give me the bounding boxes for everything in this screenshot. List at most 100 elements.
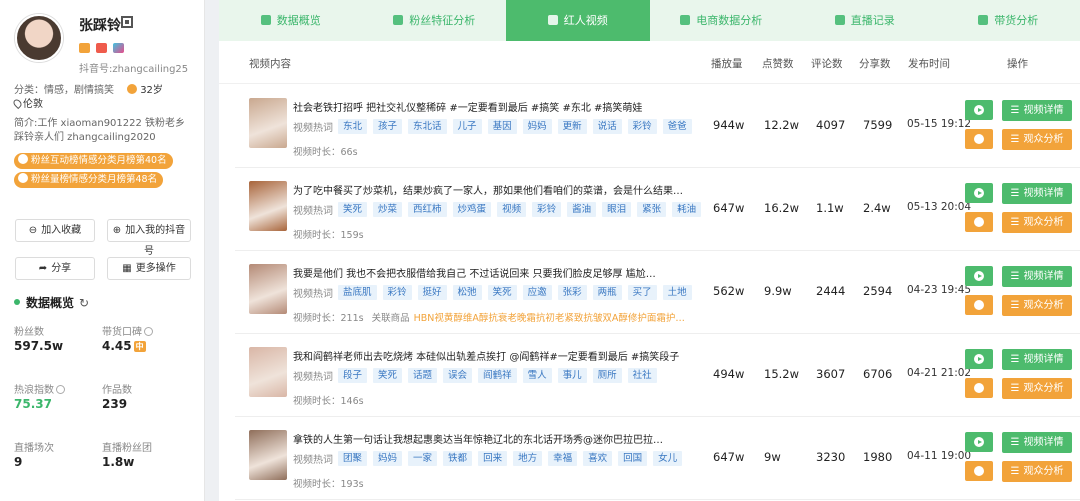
- hot-word-tag[interactable]: 酱油: [567, 202, 597, 217]
- audience-analysis-button[interactable]: ☰ 观众分析: [1002, 378, 1072, 399]
- video-thumbnail[interactable]: [249, 98, 287, 148]
- hot-word-tag[interactable]: 儿子: [452, 119, 482, 134]
- hot-word-tag[interactable]: 东北话: [408, 119, 447, 134]
- favorite-button[interactable]: [965, 461, 993, 481]
- favorite-button[interactable]: [965, 295, 993, 315]
- hot-word-tag[interactable]: 厕所: [592, 368, 622, 383]
- video-title[interactable]: 我要是他们 我也不会把衣服借给我自己 不过话说回来 只要我们脸皮足够厚 尴尬…: [293, 265, 656, 280]
- hot-word-tag[interactable]: 松弛: [452, 285, 482, 300]
- hot-word-tag[interactable]: 团聚: [338, 451, 368, 466]
- hot-word-tag[interactable]: 基因: [487, 119, 517, 134]
- col-shares[interactable]: 分享数: [859, 56, 891, 71]
- audience-analysis-button[interactable]: ☰ 观众分析: [1002, 212, 1072, 233]
- hot-word-tag[interactable]: 张彩: [557, 285, 587, 300]
- tab-overview[interactable]: 数据概览: [219, 0, 363, 41]
- favorite-button[interactable]: [965, 378, 993, 398]
- info-icon[interactable]: [144, 327, 153, 336]
- info-icon[interactable]: [56, 385, 65, 394]
- hot-word-tag[interactable]: 笑死: [487, 285, 517, 300]
- hot-word-tag[interactable]: 阎鹤祥: [478, 368, 517, 383]
- audience-analysis-button[interactable]: ☰ 观众分析: [1002, 295, 1072, 316]
- col-likes[interactable]: 点赞数: [762, 56, 794, 71]
- play-button[interactable]: [965, 266, 993, 286]
- video-title[interactable]: 为了吃中餐买了炒菜机，结果炒疯了一家人，那如果他们看咱们的菜谱，会是什么结果…: [293, 182, 683, 197]
- hot-word-tag[interactable]: 应邀: [522, 285, 552, 300]
- hot-word-tag[interactable]: 两瓶: [592, 285, 622, 300]
- play-button[interactable]: [965, 183, 993, 203]
- hot-word-tag[interactable]: 耗油: [672, 202, 702, 217]
- hot-word-tag[interactable]: 笑死: [373, 368, 403, 383]
- rank-badge-2[interactable]: 粉丝量榜情感分类月榜第48名: [14, 172, 164, 188]
- hot-word-tag[interactable]: 幸福: [548, 451, 578, 466]
- hot-word-tag[interactable]: 彩铃: [627, 119, 657, 134]
- video-title[interactable]: 社会老铁打招呼 把社交礼仪整稀碎 #一定要看到最后 #搞笑 #东北 #搞笑萌娃: [293, 99, 642, 114]
- video-thumbnail[interactable]: [249, 264, 287, 314]
- add-my-douyin-button[interactable]: ⊕ 加入我的抖音号: [107, 219, 191, 257]
- hot-word-tag[interactable]: 西红柿: [408, 202, 447, 217]
- hot-word-tag[interactable]: 地方: [513, 451, 543, 466]
- video-title[interactable]: 拿铁的人生第一句话让我想起惠奥达当年惊艳辽北的东北话开场秀@迷你巴拉巴拉…: [293, 431, 663, 446]
- rank-badge-1[interactable]: 粉丝互动榜情感分类月榜第40名: [14, 153, 173, 169]
- play-button[interactable]: [965, 100, 993, 120]
- hot-word-tag[interactable]: 回国: [618, 451, 648, 466]
- hot-word-tag[interactable]: 更新: [557, 119, 587, 134]
- hot-word-tag[interactable]: 土地: [662, 285, 692, 300]
- col-date[interactable]: 发布时间: [908, 56, 950, 71]
- hot-word-tag[interactable]: 笑死: [338, 202, 368, 217]
- hot-word-tag[interactable]: 社社: [627, 368, 657, 383]
- hot-word-tag[interactable]: 雪人: [522, 368, 552, 383]
- video-thumbnail[interactable]: [249, 181, 287, 231]
- hot-word-tag[interactable]: 妈妈: [373, 451, 403, 466]
- hot-word-tag[interactable]: 事儿: [557, 368, 587, 383]
- goods-link[interactable]: HBN视黄醇维A醇抗衰老晚霜抗初老紧致抗皱双A醇修护面霜护…: [414, 313, 685, 324]
- hot-word-tag[interactable]: 喜欢: [583, 451, 613, 466]
- hot-word-tag[interactable]: 妈妈: [522, 119, 552, 134]
- hot-word-tag[interactable]: 彩铃: [382, 285, 412, 300]
- video-detail-button[interactable]: ☰ 视频详情: [1002, 432, 1072, 453]
- hot-word-tag[interactable]: 孩子: [373, 119, 403, 134]
- hot-word-tag[interactable]: 回来: [478, 451, 508, 466]
- col-comments[interactable]: 评论数: [811, 56, 843, 71]
- add-collect-button[interactable]: ⊖ 加入收藏: [15, 219, 95, 242]
- tab-sales-analysis[interactable]: 带货分析: [937, 0, 1080, 41]
- audience-analysis-button[interactable]: ☰ 观众分析: [1002, 129, 1072, 150]
- hot-word-tag[interactable]: 爸爸: [662, 119, 692, 134]
- hot-word-tag[interactable]: 盐底肌: [338, 285, 377, 300]
- favorite-button[interactable]: [965, 129, 993, 149]
- video-detail-button[interactable]: ☰ 视频详情: [1002, 183, 1072, 204]
- qr-code-icon[interactable]: [121, 16, 133, 28]
- hot-word-tag[interactable]: 女儿: [653, 451, 683, 466]
- hot-word-tag[interactable]: 铁都: [443, 451, 473, 466]
- more-actions-button[interactable]: ▦ 更多操作: [107, 257, 191, 280]
- hot-word-tag[interactable]: 一家: [408, 451, 438, 466]
- video-title[interactable]: 我和阎鹤祥老师出去吃烧烤 本硅似出轨差点挨打 @阎鹤祥#一定要看到最后 #搞笑段…: [293, 348, 679, 363]
- col-plays[interactable]: 播放量: [711, 56, 743, 71]
- hot-word-tag[interactable]: 东北: [338, 119, 368, 134]
- hot-word-tag[interactable]: 炒鸡蛋: [452, 202, 492, 217]
- hot-word-tag[interactable]: 眼泪: [602, 202, 632, 217]
- play-button[interactable]: [965, 432, 993, 452]
- video-thumbnail[interactable]: [249, 347, 287, 397]
- hot-word-tag[interactable]: 挺好: [417, 285, 447, 300]
- video-detail-button[interactable]: ☰ 视频详情: [1002, 266, 1072, 287]
- hot-word-tag[interactable]: 炒菜: [373, 202, 403, 217]
- hot-word-tag[interactable]: 说话: [592, 119, 622, 134]
- video-detail-button[interactable]: ☰ 视频详情: [1002, 100, 1072, 121]
- avatar[interactable]: [15, 14, 63, 62]
- hot-word-tag[interactable]: 话题: [408, 368, 438, 383]
- hot-word-tag[interactable]: 误会: [443, 368, 473, 383]
- play-button[interactable]: [965, 349, 993, 369]
- hot-word-tag[interactable]: 段子: [338, 368, 368, 383]
- hot-word-tag[interactable]: 买了: [627, 285, 657, 300]
- hot-word-tag[interactable]: 紧张: [637, 202, 667, 217]
- video-thumbnail[interactable]: [249, 430, 287, 480]
- share-button[interactable]: ➦ 分享: [15, 257, 95, 280]
- hot-word-tag[interactable]: 彩铃: [532, 202, 562, 217]
- refresh-icon[interactable]: ↻: [79, 296, 89, 310]
- hot-word-tag[interactable]: 视频: [497, 202, 527, 217]
- video-detail-button[interactable]: ☰ 视频详情: [1002, 349, 1072, 370]
- tab-live-records[interactable]: 直播记录: [793, 0, 937, 41]
- favorite-button[interactable]: [965, 212, 993, 232]
- tab-influencer-videos[interactable]: 红人视频: [506, 0, 650, 41]
- tab-ecommerce[interactable]: 电商数据分析: [650, 0, 794, 41]
